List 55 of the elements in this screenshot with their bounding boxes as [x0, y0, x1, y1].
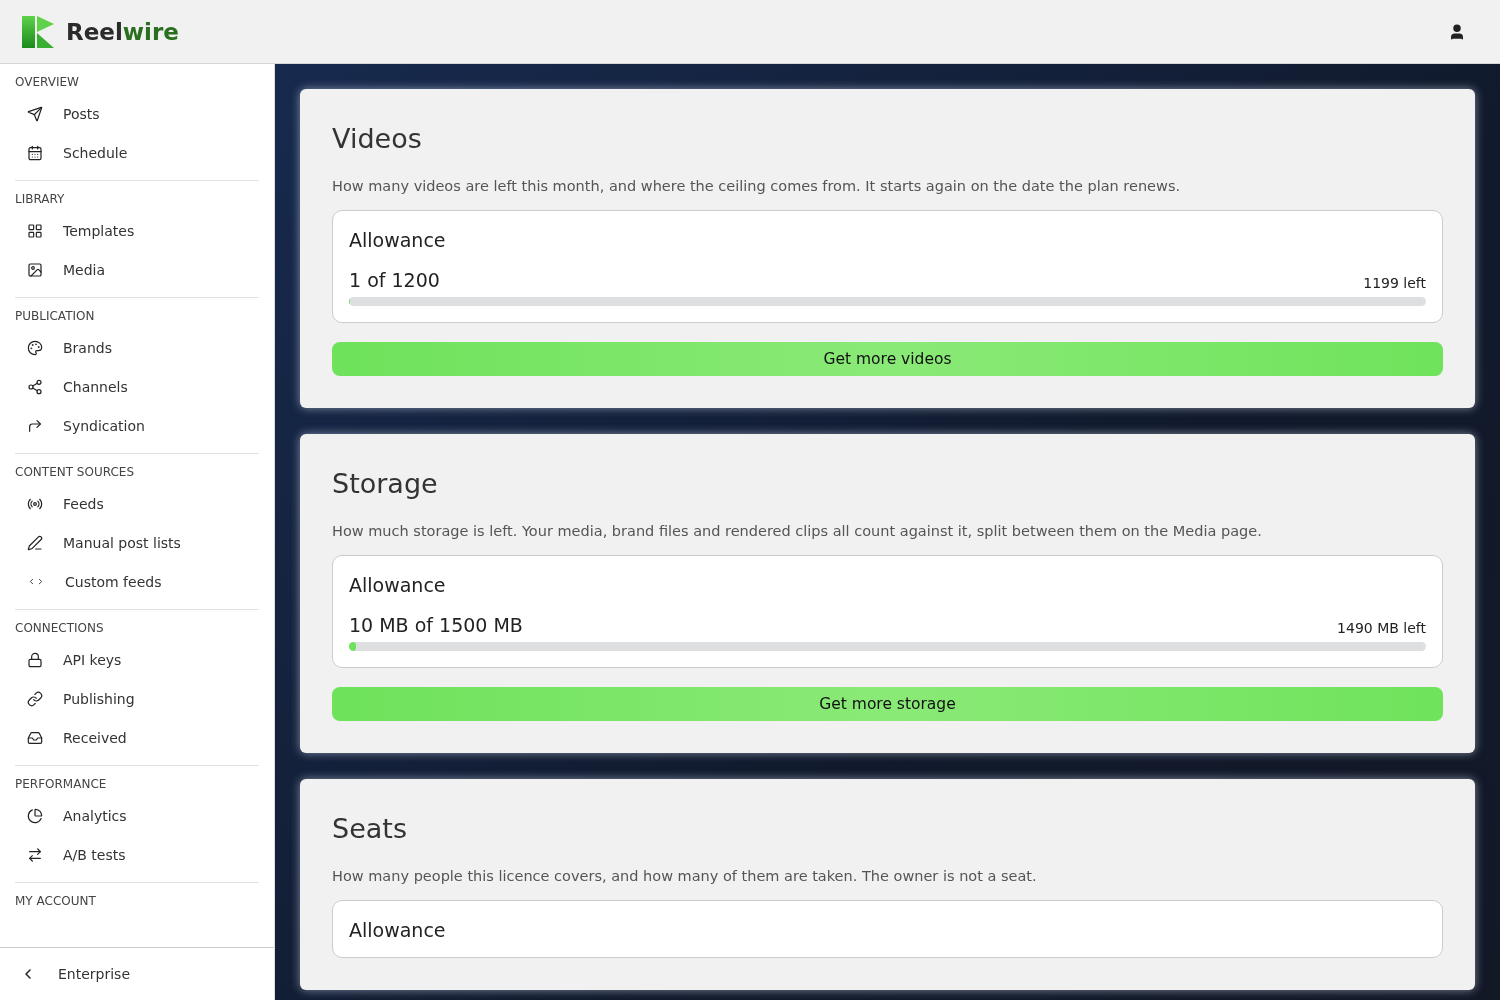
forward-arrow-icon [27, 417, 43, 434]
allowance-heading: Allowance [349, 919, 447, 941]
pencil-icon [27, 534, 43, 551]
remaining-text: 1199 left [1363, 275, 1426, 291]
brand-name: Reelwire [66, 18, 179, 45]
card-title: Storage [332, 468, 439, 499]
upgrade-button[interactable]: Get more storage [332, 687, 1443, 721]
image-icon [27, 261, 43, 278]
sidebar-item[interactable]: Posts [15, 94, 259, 133]
card-title: Seats [332, 813, 408, 844]
sidebar-item[interactable]: Templates [15, 211, 259, 250]
sidebar-item[interactable]: Channels [15, 367, 259, 406]
section-heading: CONTENT SOURCES [15, 464, 135, 480]
upgrade-button[interactable]: Get more videos [332, 342, 1443, 376]
section-heading: OVERVIEW [15, 74, 80, 90]
section-heading: PERFORMANCE [15, 776, 108, 792]
card-description: How many people this licence covers, and how many of them are taken. The owner is not a seat. [332, 868, 1038, 884]
inbox-icon [27, 729, 43, 746]
sidebar-item[interactable]: Analytics [15, 796, 259, 835]
allowance-heading: Allowance [349, 229, 447, 251]
section-heading: LIBRARY [15, 191, 66, 207]
sidebar-item[interactable]: Publishing [15, 679, 259, 718]
send-icon [27, 105, 43, 122]
sidebar-item[interactable]: Syndication [15, 406, 259, 445]
card-description: How many videos are left this month, and where the ceiling comes from. It starts again on the date the plan renews. [332, 178, 1182, 194]
sidebar-item[interactable]: Schedule [15, 133, 259, 172]
lock-icon [27, 651, 43, 668]
sidebar-item[interactable]: Brands [15, 328, 259, 367]
swap-arrows-icon [27, 846, 43, 863]
card-description: How much storage is left. Your media, brand files and rendered clips all count against it, split between them on the Media page. [332, 523, 1263, 539]
user-icon[interactable] [1448, 22, 1466, 41]
section-heading: MY ACCOUNT [15, 893, 97, 909]
code-icon [27, 577, 45, 586]
link-icon [27, 690, 43, 707]
logo-icon [22, 15, 54, 48]
usage-text: 1 of 1200 [349, 269, 440, 291]
grid-icon [27, 222, 43, 239]
sidebar-item[interactable]: Received [15, 718, 259, 757]
sidebar-item[interactable]: Manual post lists [15, 523, 259, 562]
sidebar-item[interactable]: Media [15, 250, 259, 289]
sidebar-item[interactable]: API keys [15, 640, 259, 679]
pie-chart-icon [27, 807, 43, 824]
sidebar-item[interactable]: Feeds [15, 484, 259, 523]
back-link[interactable]: Enterprise [0, 947, 274, 1000]
sidebar-item[interactable]: A/B tests [15, 835, 259, 874]
allowance-heading: Allowance [349, 574, 447, 596]
palette-icon [27, 339, 43, 356]
section-heading: PUBLICATION [15, 308, 96, 324]
sidebar-item[interactable]: Custom feeds [15, 562, 259, 601]
share-icon [27, 378, 43, 395]
section-heading: CONNECTIONS [15, 620, 105, 636]
remaining-text: 1490 MB left [1337, 620, 1426, 636]
card-title: Videos [332, 123, 423, 154]
calendar-icon [27, 144, 43, 161]
usage-text: 10 MB of 1500 MB [349, 614, 523, 636]
